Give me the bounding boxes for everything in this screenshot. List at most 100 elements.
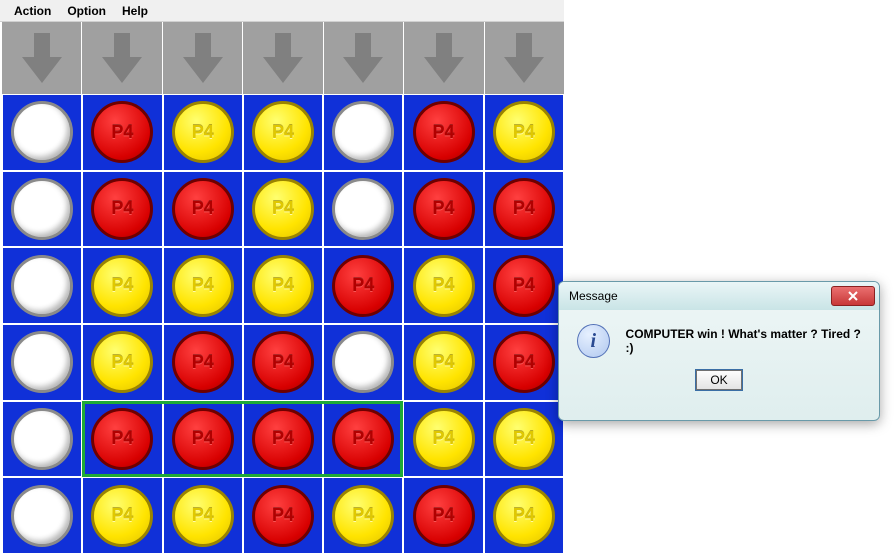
cell-r2-c5: P4 [403, 247, 483, 324]
close-icon [848, 291, 858, 301]
drop-arrow-col-1[interactable] [81, 22, 161, 94]
red-disc: P4 [252, 408, 314, 470]
red-disc: P4 [413, 485, 475, 547]
yellow-disc: P4 [252, 178, 314, 240]
yellow-disc: P4 [413, 408, 475, 470]
cell-r2-c3: P4 [243, 247, 323, 324]
yellow-disc: P4 [252, 101, 314, 163]
arrow-down-icon [20, 31, 64, 85]
cell-r3-c2: P4 [163, 324, 243, 401]
menu-help[interactable]: Help [114, 2, 156, 20]
red-disc: P4 [91, 101, 153, 163]
yellow-disc: P4 [493, 485, 555, 547]
red-disc: P4 [252, 331, 314, 393]
dialog-titlebar[interactable]: Message [559, 282, 879, 310]
red-disc: P4 [493, 331, 555, 393]
red-disc: P4 [172, 331, 234, 393]
game-panel: P4P4P4P4P4P4P4P4P4P4P4P4P4P4P4P4P4P4P4P4… [2, 22, 564, 554]
yellow-disc: P4 [332, 485, 394, 547]
board: P4P4P4P4P4P4P4P4P4P4P4P4P4P4P4P4P4P4P4P4… [2, 94, 564, 554]
red-disc: P4 [413, 101, 475, 163]
info-icon: i [577, 324, 610, 358]
red-disc: P4 [172, 178, 234, 240]
cell-r1-c4 [323, 171, 403, 248]
red-disc: P4 [413, 178, 475, 240]
cell-r1-c0 [2, 171, 82, 248]
yellow-disc: P4 [91, 255, 153, 317]
cell-r3-c3: P4 [243, 324, 323, 401]
drop-arrow-row [2, 22, 564, 94]
ok-button[interactable]: OK [696, 370, 742, 390]
cell-r5-c1: P4 [82, 477, 162, 554]
cell-r3-c1: P4 [82, 324, 162, 401]
red-disc: P4 [91, 178, 153, 240]
dialog-title: Message [569, 289, 831, 303]
red-disc: P4 [252, 485, 314, 547]
yellow-disc: P4 [493, 408, 555, 470]
yellow-disc: P4 [172, 255, 234, 317]
cell-r5-c6: P4 [484, 477, 564, 554]
cell-r3-c5: P4 [403, 324, 483, 401]
dialog-buttons: OK [559, 366, 879, 402]
cell-r1-c6: P4 [484, 171, 564, 248]
dialog-body: i COMPUTER win ! What's matter ? Tired ?… [559, 310, 879, 366]
arrow-down-icon [100, 31, 144, 85]
close-button[interactable] [831, 286, 875, 306]
cell-r0-c4 [323, 94, 403, 171]
cell-r5-c4: P4 [323, 477, 403, 554]
menu-option[interactable]: Option [59, 2, 114, 20]
cell-r0-c1: P4 [82, 94, 162, 171]
arrow-down-icon [502, 31, 546, 85]
drop-arrow-col-5[interactable] [403, 22, 483, 94]
cell-r4-c3: P4 [243, 401, 323, 478]
empty-slot [11, 255, 73, 317]
drop-arrow-col-4[interactable] [323, 22, 403, 94]
empty-slot [11, 101, 73, 163]
cell-r0-c3: P4 [243, 94, 323, 171]
cell-r2-c1: P4 [82, 247, 162, 324]
empty-slot [332, 331, 394, 393]
cell-r5-c2: P4 [163, 477, 243, 554]
yellow-disc: P4 [252, 255, 314, 317]
arrow-down-icon [422, 31, 466, 85]
yellow-disc: P4 [172, 101, 234, 163]
message-dialog: Message i COMPUTER win ! What's matter ?… [558, 281, 880, 421]
cell-r0-c6: P4 [484, 94, 564, 171]
yellow-disc: P4 [493, 101, 555, 163]
menubar: Action Option Help [0, 0, 564, 22]
menu-action[interactable]: Action [6, 2, 59, 20]
drop-arrow-col-0[interactable] [2, 22, 81, 94]
cell-r4-c4: P4 [323, 401, 403, 478]
red-disc: P4 [332, 408, 394, 470]
cell-r2-c0 [2, 247, 82, 324]
red-disc: P4 [493, 178, 555, 240]
cell-r4-c0 [2, 401, 82, 478]
red-disc: P4 [493, 255, 555, 317]
drop-arrow-col-2[interactable] [162, 22, 242, 94]
cell-r3-c6: P4 [484, 324, 564, 401]
arrow-down-icon [341, 31, 385, 85]
cell-r2-c6: P4 [484, 247, 564, 324]
empty-slot [332, 101, 394, 163]
empty-slot [11, 408, 73, 470]
red-disc: P4 [91, 408, 153, 470]
cell-r0-c2: P4 [163, 94, 243, 171]
cell-r4-c1: P4 [82, 401, 162, 478]
drop-arrow-col-3[interactable] [242, 22, 322, 94]
drop-arrow-col-6[interactable] [484, 22, 564, 94]
cell-r1-c3: P4 [243, 171, 323, 248]
red-disc: P4 [332, 255, 394, 317]
yellow-disc: P4 [413, 255, 475, 317]
cell-r2-c2: P4 [163, 247, 243, 324]
cell-r1-c5: P4 [403, 171, 483, 248]
red-disc: P4 [172, 408, 234, 470]
empty-slot [11, 331, 73, 393]
cell-r5-c3: P4 [243, 477, 323, 554]
empty-slot [11, 178, 73, 240]
empty-slot [332, 178, 394, 240]
cell-r2-c4: P4 [323, 247, 403, 324]
dialog-message: COMPUTER win ! What's matter ? Tired ? :… [626, 327, 861, 355]
cell-r3-c0 [2, 324, 82, 401]
cell-r4-c6: P4 [484, 401, 564, 478]
yellow-disc: P4 [172, 485, 234, 547]
